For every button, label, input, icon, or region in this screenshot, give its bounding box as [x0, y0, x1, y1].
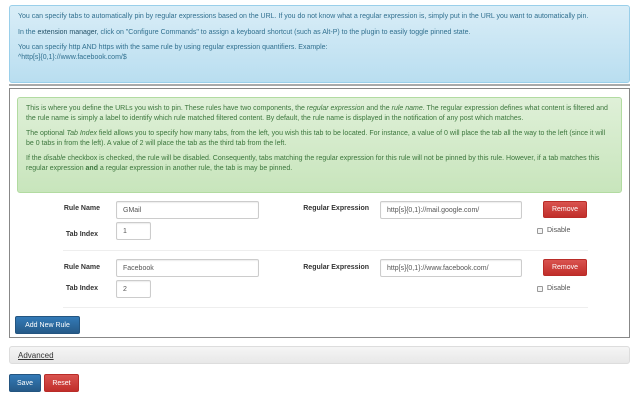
regex-input[interactable]: http[s]{0,1}://mail.google.com/ — [380, 201, 522, 219]
rule-name-label: Rule Name — [63, 264, 100, 271]
rule-separator — [63, 250, 588, 251]
text: You can specify http AND https with the … — [18, 44, 328, 51]
info-alert: You can specify tabs to automatically pi… — [9, 5, 630, 83]
remove-button[interactable]: Remove — [543, 201, 587, 218]
tab-index-input[interactable]: 2 — [116, 280, 151, 298]
help-text-3: If the disable checkbox is checked, the … — [26, 154, 613, 173]
regex-label: Regular Expression — [303, 205, 369, 212]
text: Tab Index — [66, 130, 97, 137]
remove-button[interactable]: Remove — [543, 259, 587, 276]
text: The optional — [26, 130, 67, 137]
regex-label: Regular Expression — [303, 264, 369, 271]
rule-name-label: Rule Name — [63, 205, 100, 212]
reset-button[interactable]: Reset — [44, 374, 79, 392]
text: and — [85, 164, 98, 172]
help-alert: This is where you define the URLs you wi… — [17, 97, 622, 193]
advanced-link[interactable]: Advanced — [18, 351, 54, 360]
help-text-2: The optional Tab Index field allows you … — [26, 129, 613, 148]
disable-checkbox[interactable] — [537, 228, 543, 234]
rule-name-input[interactable]: Facebook — [116, 259, 259, 277]
tab-index-label: Tab Index — [65, 285, 98, 292]
text: regular expression — [306, 105, 365, 112]
text: This is where you define the URLs you wi… — [26, 105, 307, 112]
text: field allows you to specify how many tab… — [26, 130, 606, 147]
tab-index-input[interactable]: 1 — [116, 222, 151, 240]
divider — [9, 84, 630, 86]
text: , click on "Configure Commands" to assig… — [96, 28, 471, 36]
rule-name-input[interactable]: GMail — [116, 201, 259, 219]
rule-separator — [63, 307, 588, 308]
tab-index-label: Tab Index — [65, 231, 98, 238]
info-text-3: You can specify http AND https with the … — [18, 43, 621, 62]
disable-checkbox[interactable] — [537, 286, 543, 292]
disable-label: Disable — [547, 227, 571, 234]
help-text-1: This is where you define the URLs you wi… — [26, 104, 613, 123]
text: In the — [18, 28, 38, 36]
text: rule name — [391, 105, 423, 112]
disable-label: Disable — [547, 285, 571, 292]
extension-manager-link[interactable]: extension manager — [37, 29, 96, 36]
save-button[interactable]: Save — [9, 374, 41, 392]
regex-input[interactable]: http[s]{0,1}://www.facebook.com/ — [380, 259, 522, 277]
info-text-2: In the extension manager, click on "Conf… — [18, 28, 621, 38]
text: disable — [43, 155, 66, 162]
example-regex: ^http[s]{0,1}://www.facebook.com/$ — [18, 53, 127, 61]
add-new-rule-button[interactable]: Add New Rule — [15, 316, 80, 334]
text: a regular expression in another rule, th… — [97, 164, 293, 172]
advanced-section-header[interactable]: Advanced — [9, 346, 630, 364]
text: If the — [26, 155, 44, 162]
info-text-1: You can specify tabs to automatically pi… — [18, 13, 589, 20]
text: and the — [364, 105, 392, 112]
